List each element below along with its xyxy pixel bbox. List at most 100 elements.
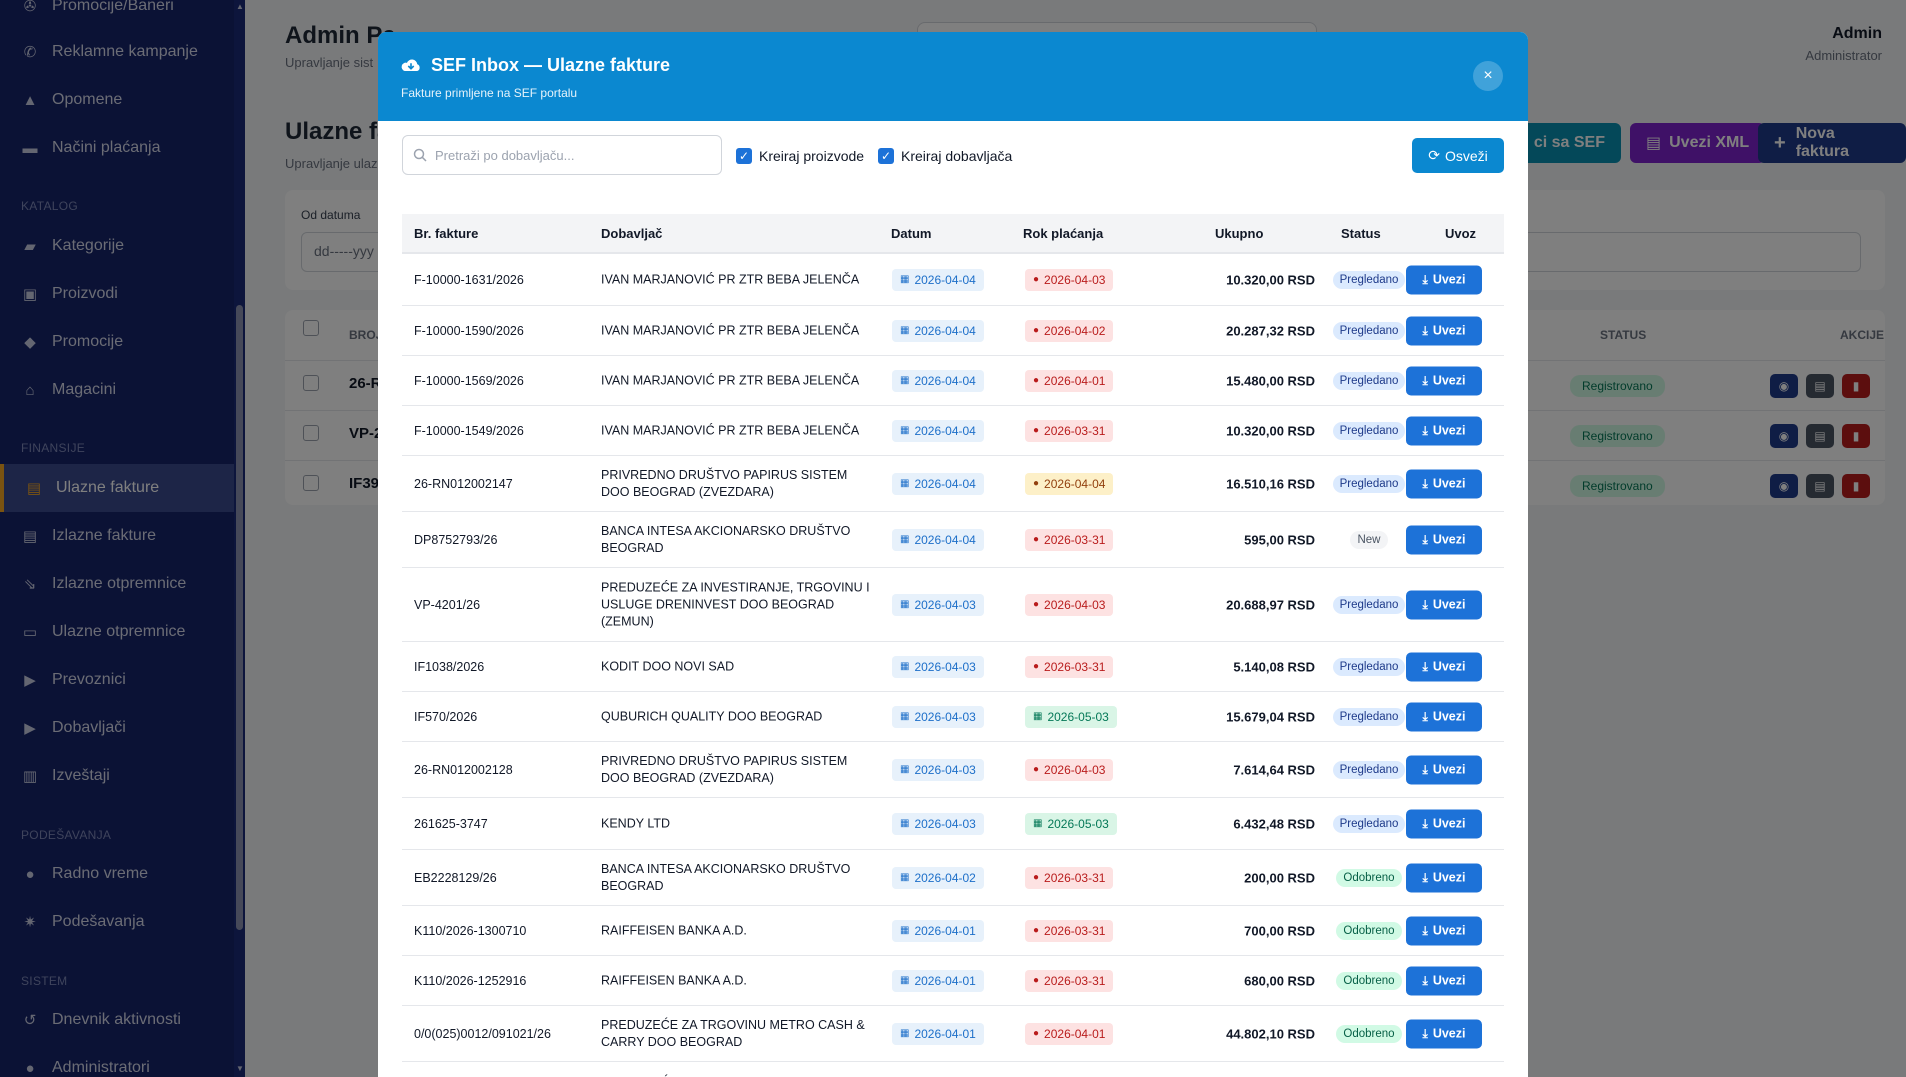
- invoice-total: 700,00 RSD: [1244, 923, 1315, 938]
- cloud-download-icon: [401, 59, 420, 71]
- import-button[interactable]: ⤓ Uvezi: [1406, 265, 1482, 294]
- import-button[interactable]: ⤓ Uvezi: [1406, 590, 1482, 619]
- invoice-total: 680,00 RSD: [1244, 973, 1315, 988]
- import-button[interactable]: ⤓ Uvezi: [1406, 863, 1482, 892]
- status-cell: Pregledano: [1324, 760, 1414, 779]
- due-date: 2026-03-31: [1044, 973, 1106, 988]
- date-pill: ▦ 2026-04-04: [892, 472, 984, 495]
- import-button[interactable]: ⤓ Uvezi: [1406, 316, 1482, 345]
- import-button[interactable]: ⤓ Uvezi: [1406, 525, 1482, 554]
- date-pill: ▦ 2026-04-04: [892, 419, 984, 442]
- modal-title: SEF Inbox — Ulazne fakture: [431, 55, 671, 75]
- due-date: 2026-04-03: [1044, 597, 1106, 612]
- due-date: 2026-05-03: [1047, 816, 1109, 831]
- invoice-total: 7.614,64 RSD: [1233, 762, 1315, 777]
- calendar-check-icon: ▦: [1033, 818, 1043, 829]
- import-cell: ⤓ Uvezi: [1406, 265, 1482, 294]
- supplier-search[interactable]: [402, 135, 722, 175]
- status-cell: Odobreno: [1324, 921, 1414, 940]
- import-label: Uvezi: [1432, 816, 1466, 831]
- import-button[interactable]: ⤓ Uvezi: [1406, 809, 1482, 838]
- refresh-button[interactable]: ⟳ Osveži: [1412, 138, 1504, 173]
- status-badge: Pregledano: [1332, 270, 1406, 289]
- checkbox-checked-icon[interactable]: ✓: [736, 148, 752, 164]
- table-row: EB2228129/26 BANCA INTESA AKCIONARSKO DRU…: [402, 850, 1504, 906]
- table-row: IF1038/2026 KODIT DOO NOVI SAD ▦ 2026-04-03…: [402, 642, 1504, 692]
- download-icon: ⤓: [1422, 816, 1428, 830]
- status-badge: Odobreno: [1336, 868, 1402, 887]
- status-badge: Pregledano: [1332, 371, 1406, 390]
- invoice-total: 10.320,00 RSD: [1226, 272, 1315, 287]
- supplier-name: BANCA INTESA AKCIONARSKO DRUŠTVO BEOGRAD: [601, 861, 851, 893]
- create-supplier-checkbox[interactable]: ✓ Kreiraj dobavljača: [878, 148, 1012, 164]
- import-button[interactable]: ⤓ Uvezi: [1406, 469, 1482, 498]
- invoice-number: 26-RN012002147: [414, 476, 513, 491]
- due-date-pill: ● 2026-04-03: [1025, 593, 1114, 616]
- col-invoice-number: Br. fakture: [414, 226, 479, 241]
- status-badge: Pregledano: [1332, 321, 1406, 340]
- import-button[interactable]: ⤓ Uvezi: [1406, 416, 1482, 445]
- import-button[interactable]: ⤓ Uvezi: [1406, 755, 1482, 784]
- close-button[interactable]: ×: [1473, 61, 1503, 91]
- due-date-cell: ● 2026-03-31: [1025, 919, 1114, 942]
- import-cell: ⤓ Uvezi: [1406, 809, 1482, 838]
- create-products-label: Kreiraj proizvode: [759, 148, 865, 164]
- due-date-pill: ● 2026-04-02: [1025, 319, 1114, 342]
- table-row: K110/2026-1300710 RAIFFEISEN BANKA A.D. ▦ 2…: [402, 906, 1504, 956]
- col-date: Datum: [891, 226, 932, 241]
- col-status: Status: [1341, 226, 1381, 241]
- due-date-pill: ● 2026-03-31: [1025, 528, 1114, 551]
- status-badge: New: [1350, 530, 1388, 549]
- exclamation-circle-icon: ●: [1033, 274, 1040, 285]
- import-cell: ⤓ Uvezi: [1406, 366, 1482, 395]
- due-date: 2026-03-31: [1044, 423, 1106, 438]
- calendar-icon: ▦: [900, 274, 910, 285]
- modal-toolbar: ✓ Kreiraj proizvode ✓ Kreiraj dobavljača…: [378, 121, 1528, 191]
- invoice-total: 20.287,32 RSD: [1226, 323, 1315, 338]
- supplier-search-input[interactable]: [435, 147, 705, 163]
- import-button[interactable]: ⤓ Uvezi: [1406, 966, 1482, 995]
- import-button[interactable]: ⤓ Uvezi: [1406, 1019, 1482, 1048]
- due-date-cell: ● 2026-04-02: [1025, 319, 1114, 342]
- status-cell: Pregledano: [1324, 421, 1414, 440]
- due-date-pill: ● 2026-03-31: [1025, 866, 1114, 889]
- supplier-name: IVAN MARJANOVIĆ PR ZTR BEBA JELENČA: [601, 373, 860, 387]
- col-supplier: Dobavljač: [601, 226, 663, 241]
- create-products-checkbox[interactable]: ✓ Kreiraj proizvode: [736, 148, 864, 164]
- due-date-pill: ● 2026-04-01: [1025, 369, 1114, 392]
- close-icon: ×: [1483, 67, 1493, 84]
- import-button[interactable]: ⤓ Uvezi: [1406, 366, 1482, 395]
- date-pill: ▦ 2026-04-01: [892, 969, 984, 992]
- calendar-icon: ▦: [900, 1028, 910, 1039]
- table-body: F-10000-1631/2026 IVAN MARJANOVIĆ PR ZTR …: [402, 254, 1504, 1077]
- status-badge: Odobreno: [1336, 1024, 1402, 1043]
- invoice-total: 16.510,16 RSD: [1226, 476, 1315, 491]
- table-row: 261625-3747 KENDY LTD ▦ 2026-04-03 ▦ 2026-05-…: [402, 798, 1504, 850]
- import-button[interactable]: ⤓ Uvezi: [1406, 702, 1482, 731]
- sync-icon: ⟳: [1428, 147, 1440, 163]
- import-label: Uvezi: [1432, 323, 1466, 338]
- status-badge: Pregledano: [1332, 421, 1406, 440]
- exclamation-circle-icon: ●: [1033, 661, 1040, 672]
- calendar-icon: ▦: [900, 975, 910, 986]
- invoice-date: 2026-04-04: [914, 272, 976, 287]
- status-cell: Pregledano: [1324, 595, 1414, 614]
- import-cell: ⤓ Uvezi: [1406, 966, 1482, 995]
- table-row: PREDUZEĆE ZA INVESTIRANJE, TRGOVINU: [402, 1062, 1504, 1077]
- date-pill: ▦ 2026-04-04: [892, 528, 984, 551]
- import-label: Uvezi: [1432, 870, 1466, 885]
- import-button[interactable]: ⤓ Uvezi: [1406, 916, 1482, 945]
- due-date-cell: ● 2026-03-31: [1025, 866, 1114, 889]
- status-cell: Pregledano: [1324, 707, 1414, 726]
- invoice-number: 261625-3747: [414, 816, 488, 831]
- date-cell: ▦ 2026-04-04: [892, 472, 984, 495]
- table-row: F-10000-1631/2026 IVAN MARJANOVIĆ PR ZTR …: [402, 254, 1504, 306]
- download-icon: ⤓: [1422, 762, 1428, 776]
- checkbox-checked-icon[interactable]: ✓: [878, 148, 894, 164]
- import-button[interactable]: ⤓ Uvezi: [1406, 652, 1482, 681]
- download-icon: ⤓: [1422, 659, 1428, 673]
- supplier-name: PREDUZEĆE ZA INVESTIRANJE, TRGOVINU I US…: [601, 580, 870, 628]
- calendar-icon: ▦: [900, 325, 910, 336]
- download-icon: ⤓: [1422, 423, 1428, 437]
- invoice-date: 2026-04-04: [914, 423, 976, 438]
